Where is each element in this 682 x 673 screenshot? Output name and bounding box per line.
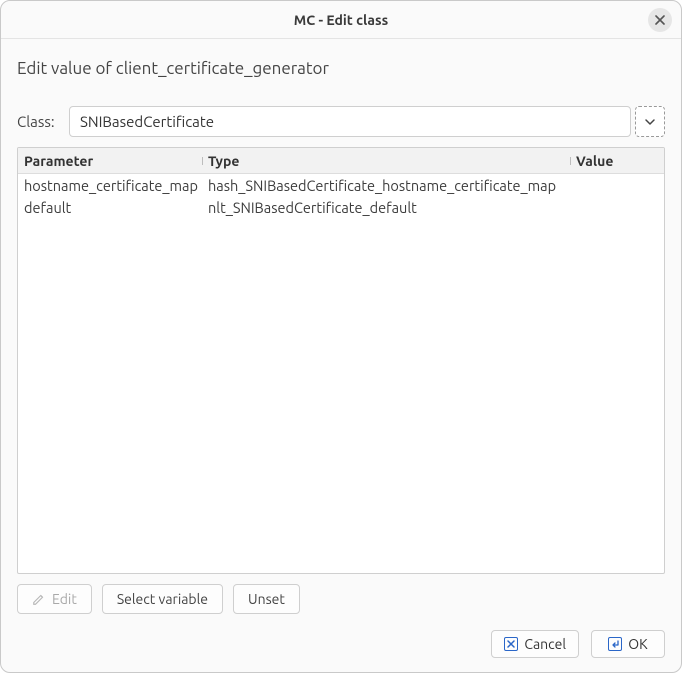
cell-parameter: default [18, 199, 202, 216]
close-icon [655, 15, 665, 25]
pencil-icon [32, 592, 46, 606]
table-row[interactable]: hostname_certificate_map hash_SNIBasedCe… [18, 174, 664, 196]
action-row: Edit Select variable Unset [17, 584, 665, 614]
class-input[interactable]: SNIBasedCertificate [69, 106, 631, 137]
cancel-icon [504, 637, 518, 651]
content-area: Edit value of client_certificate_generat… [1, 39, 681, 624]
enter-icon [608, 637, 622, 651]
class-dropdown-button[interactable] [635, 106, 665, 137]
cell-type: hash_SNIBasedCertificate_hostname_certif… [202, 177, 570, 194]
cell-parameter: hostname_certificate_map [18, 177, 202, 194]
page-title: Edit value of client_certificate_generat… [17, 59, 665, 78]
window-title: MC - Edit class [294, 12, 389, 28]
th-value[interactable]: Value [570, 153, 664, 169]
edit-button-label: Edit [52, 591, 77, 607]
chevron-down-icon [644, 116, 656, 128]
dialog-window: MC - Edit class Edit value of client_cer… [0, 0, 682, 673]
close-button[interactable] [648, 8, 672, 32]
parameter-table: Parameter Type Value hostname_certificat… [17, 147, 665, 574]
cancel-button[interactable]: Cancel [491, 630, 579, 658]
select-variable-label: Select variable [117, 591, 208, 607]
select-variable-button[interactable]: Select variable [102, 584, 223, 614]
class-label: Class: [17, 113, 61, 130]
th-parameter[interactable]: Parameter [18, 153, 202, 169]
class-row: Class: SNIBasedCertificate [17, 106, 665, 137]
dialog-footer: Cancel OK [1, 624, 681, 672]
unset-button[interactable]: Unset [233, 584, 300, 614]
edit-button[interactable]: Edit [17, 584, 92, 614]
table-header: Parameter Type Value [18, 148, 664, 174]
table-row[interactable]: default nlt_SNIBasedCertificate_default [18, 196, 664, 218]
cancel-label: Cancel [524, 636, 566, 652]
table-body: hostname_certificate_map hash_SNIBasedCe… [18, 174, 664, 573]
ok-label: OK [628, 636, 647, 652]
class-select: SNIBasedCertificate [69, 106, 665, 137]
cell-type: nlt_SNIBasedCertificate_default [202, 199, 570, 216]
th-type[interactable]: Type [202, 153, 570, 169]
unset-button-label: Unset [248, 591, 285, 607]
ok-button[interactable]: OK [591, 630, 665, 658]
titlebar: MC - Edit class [1, 1, 681, 39]
